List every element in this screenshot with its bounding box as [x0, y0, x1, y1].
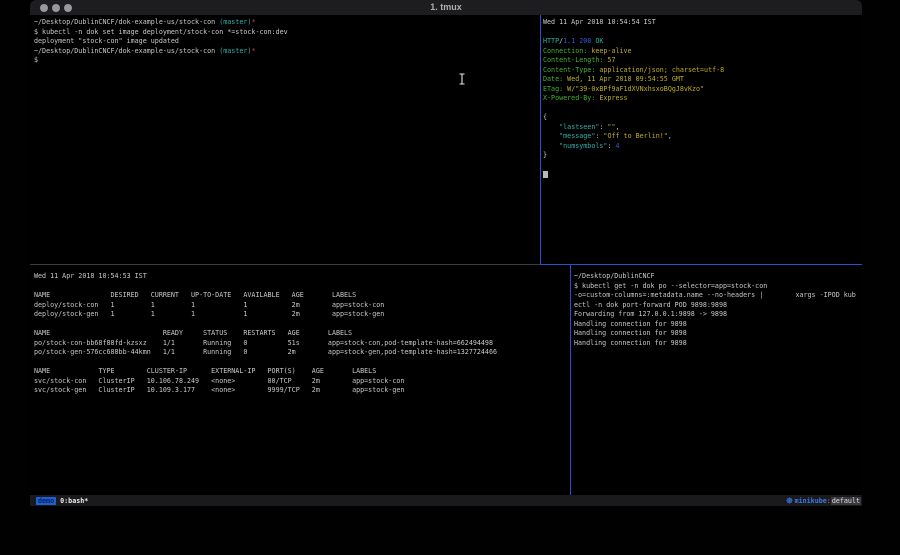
- terminal-line: [34, 358, 564, 368]
- terminal-line: deployment "stock-con" image updated: [34, 37, 534, 47]
- terminal-line: Wed 11 Apr 2018 10:54:54 IST: [543, 18, 859, 28]
- terminal-line: X-Powered-By: Express: [543, 94, 859, 104]
- terminal-cursor: [543, 171, 548, 178]
- terminal-line: [543, 161, 859, 171]
- terminal-line: [543, 104, 859, 114]
- terminal-window: 1. tmux ~/Desktop/DublinCNCF/dok-example…: [30, 0, 862, 506]
- terminal-line: ~/Desktop/DublinCNCF/dok-example-us/stoc…: [34, 18, 534, 28]
- terminal-line: Content-Length: 57: [543, 56, 859, 66]
- terminal-line: }: [543, 151, 859, 161]
- pane-bottom-right-port-forward[interactable]: ~/Desktop/DublinCNCF$ kubectl get -n dok…: [574, 272, 862, 348]
- pane-top-right-http-response[interactable]: Wed 11 Apr 2018 10:54:54 IST HTTP/1.1 200…: [543, 18, 859, 180]
- terminal-line: [34, 282, 564, 292]
- terminal-line: Date: Wed, 11 Apr 2018 09:54:55 GMT: [543, 75, 859, 85]
- terminal-line: ectl -n dok port-forward POD 9898:9898: [574, 301, 862, 311]
- kubernetes-helm-icon: [786, 497, 793, 504]
- mouse-ibeam-cursor: [458, 73, 466, 85]
- terminal-line: Content-Type: application/json; charset=…: [543, 66, 859, 76]
- terminal-line: svc/stock-con ClusterIP 10.106.78.249 <n…: [34, 377, 564, 387]
- terminal-line: $ kubectl get -n dok po --selector=app=s…: [574, 282, 862, 292]
- terminal-line: deploy/stock-gen 1 1 1 1 2m app=stock-ge…: [34, 310, 564, 320]
- terminal-line: po/stock-con-bb68f88fd-kzsxz 1/1 Running…: [34, 339, 564, 349]
- terminal-line: Forwarding from 127.0.0.1:9898 -> 9898: [574, 310, 862, 320]
- window-titlebar[interactable]: 1. tmux: [30, 0, 862, 15]
- pane-divider-vertical-top[interactable]: [540, 15, 541, 264]
- terminal-line: {: [543, 113, 859, 123]
- pane-bottom-left-kubectl-get[interactable]: Wed 11 Apr 2018 10:54:53 IST NAME DESIRED…: [34, 272, 564, 396]
- terminal-line: -o=custom-columns=:metadata.name --no-he…: [574, 291, 862, 301]
- terminal-line: NAME DESIRED CURRENT UP-TO-DATE AVAILABL…: [34, 291, 564, 301]
- terminal-line: po/stock-gen-576cc688bb-44kmn 1/1 Runnin…: [34, 348, 564, 358]
- terminal-line: NAME TYPE CLUSTER-IP EXTERNAL-IP PORT(S)…: [34, 367, 564, 377]
- session-name-badge: demo: [36, 497, 56, 505]
- pane-top-left-shell[interactable]: ~/Desktop/DublinCNCF/dok-example-us/stoc…: [34, 18, 534, 66]
- terminal-line: Handling connection for 9898: [574, 320, 862, 330]
- terminal-line: [34, 320, 564, 330]
- tmux-status-bar: demo 0:bash* minikube : default: [30, 495, 862, 506]
- window-tab[interactable]: 0:bash*: [60, 497, 88, 505]
- terminal-line: deploy/stock-con 1 1 1 1 2m app=stock-co…: [34, 301, 564, 311]
- terminal-line: ETag: W/"39-0xBPf9aF1dXVNxhsxoBQgJ8vKzo": [543, 85, 859, 95]
- terminal-area: ~/Desktop/DublinCNCF/dok-example-us/stoc…: [30, 15, 862, 495]
- screen: 1. tmux ~/Desktop/DublinCNCF/dok-example…: [0, 0, 900, 555]
- kube-namespace-label: default: [831, 497, 861, 505]
- pane-divider-horizontal-left[interactable]: [30, 264, 540, 265]
- status-left: demo 0:bash*: [36, 497, 88, 505]
- terminal-line: NAME READY STATUS RESTARTS AGE LABELS: [34, 329, 564, 339]
- terminal-line: Connection: keep-alive: [543, 47, 859, 57]
- status-right: minikube : default: [786, 497, 861, 505]
- terminal-line: svc/stock-gen ClusterIP 10.109.3.177 <no…: [34, 386, 564, 396]
- pane-divider-horizontal-right[interactable]: [540, 264, 862, 265]
- terminal-line: Handling connection for 9898: [574, 339, 862, 349]
- terminal-cursor-line: [543, 170, 859, 180]
- terminal-line: "lastseen": "",: [543, 123, 859, 133]
- terminal-line: Wed 11 Apr 2018 10:54:53 IST: [34, 272, 564, 282]
- terminal-line: $ kubectl -n dok set image deployment/st…: [34, 28, 534, 38]
- pane-divider-vertical-bottom[interactable]: [570, 265, 571, 495]
- terminal-line: HTTP/1.1 200 OK: [543, 37, 859, 47]
- kube-context-label: minikube: [795, 497, 827, 505]
- terminal-line: [543, 28, 859, 38]
- terminal-line: "numsymbols": 4: [543, 142, 859, 152]
- terminal-line: ~/Desktop/DublinCNCF: [574, 272, 862, 282]
- window-title: 1. tmux: [30, 2, 862, 12]
- terminal-line: Handling connection for 9898: [574, 329, 862, 339]
- terminal-line: "message": "Off to Berlin!",: [543, 132, 859, 142]
- terminal-line: $: [34, 56, 534, 66]
- terminal-line: ~/Desktop/DublinCNCF/dok-example-us/stoc…: [34, 47, 534, 57]
